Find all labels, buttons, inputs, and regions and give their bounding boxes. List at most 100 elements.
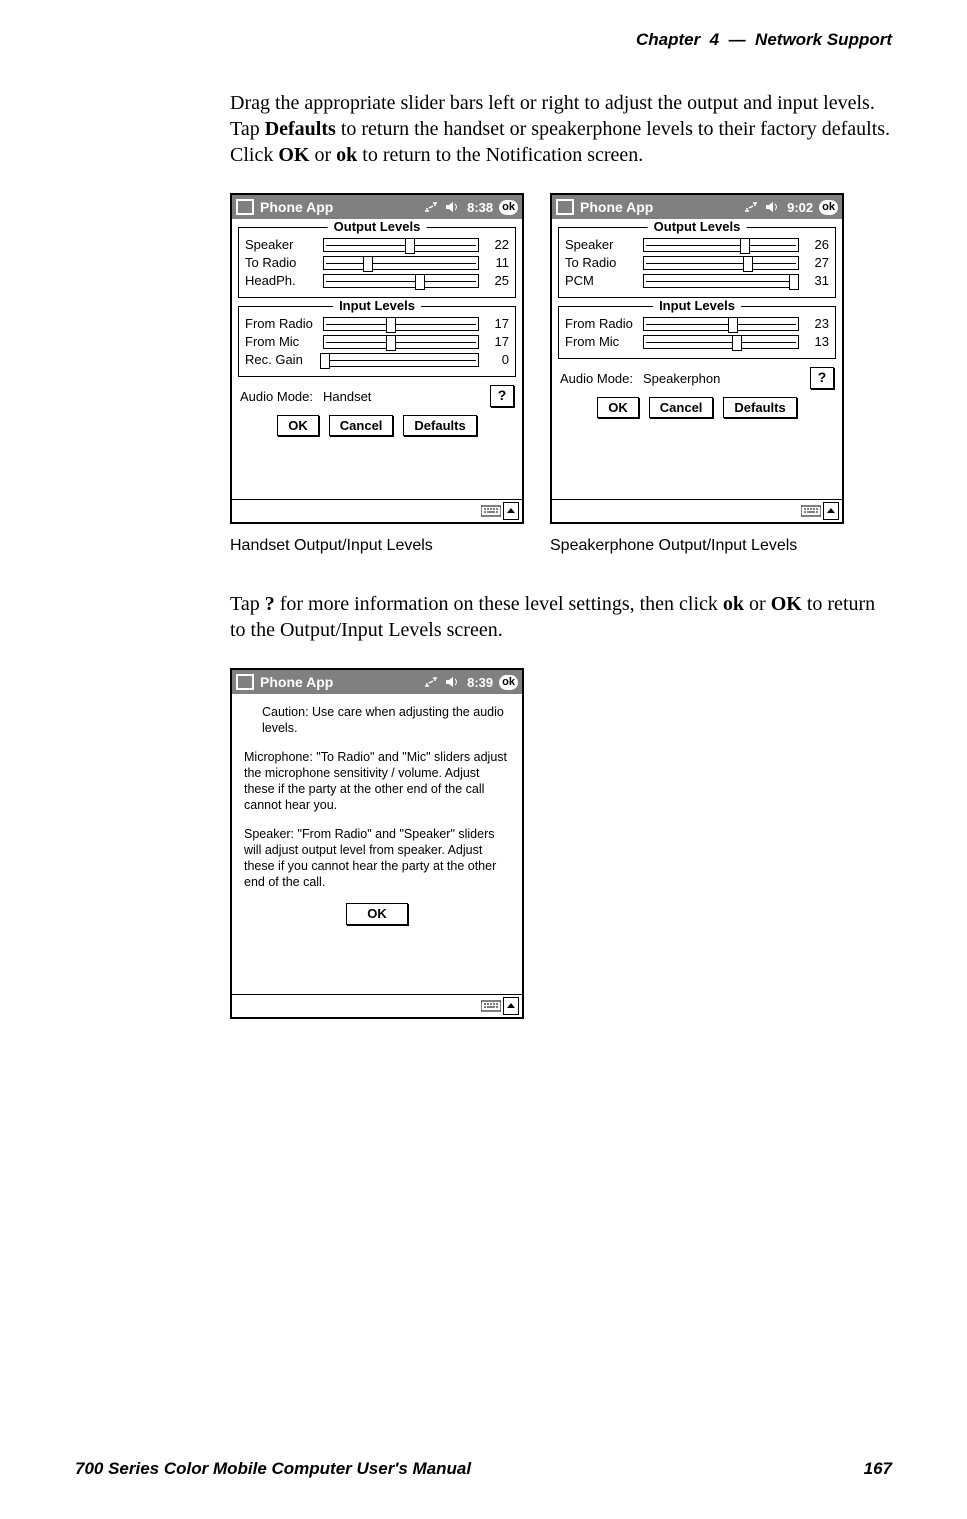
manual-title: 700 Series Color Mobile Computer User's … <box>75 1459 471 1479</box>
level-row: From Radio23 <box>565 316 829 331</box>
connectivity-icon[interactable] <box>423 200 439 214</box>
start-flag-icon[interactable] <box>556 199 574 215</box>
level-label: Speaker <box>245 237 317 252</box>
level-slider[interactable] <box>323 238 479 252</box>
app-title: Phone App <box>260 674 333 690</box>
titlebar: Phone App 9:02 ok <box>552 195 842 219</box>
clock: 8:38 <box>467 200 493 215</box>
connectivity-icon[interactable] <box>743 200 759 214</box>
caption-speakerphone: Speakerphone Output/Input Levels <box>550 536 840 556</box>
help-button[interactable]: ? <box>810 367 834 389</box>
defaults-button[interactable]: Defaults <box>403 415 476 436</box>
level-row: Speaker 26 <box>565 237 829 252</box>
speaker-icon[interactable] <box>445 675 461 689</box>
defaults-button[interactable]: Defaults <box>723 397 796 418</box>
ok-button[interactable]: OK <box>277 415 319 436</box>
audio-mode-label: Audio Mode: <box>560 371 633 386</box>
speaker-icon[interactable] <box>445 200 461 214</box>
level-value: 25 <box>485 273 509 288</box>
header-sep: — <box>729 30 746 49</box>
level-slider[interactable] <box>643 317 799 331</box>
level-label: To Radio <box>565 255 637 270</box>
connectivity-icon[interactable] <box>423 675 439 689</box>
page-footer: 700 Series Color Mobile Computer User's … <box>75 1459 892 1479</box>
start-flag-icon[interactable] <box>236 199 254 215</box>
level-row: From Mic13 <box>565 334 829 349</box>
level-row: Speaker 22 <box>245 237 509 252</box>
level-slider[interactable] <box>643 335 799 349</box>
ok-bubble[interactable]: ok <box>499 675 518 690</box>
level-value: 23 <box>805 316 829 331</box>
level-value: 31 <box>805 273 829 288</box>
level-row: Rec. Gain 0 <box>245 352 509 367</box>
chapter-number: 4 <box>710 30 719 49</box>
ok-bubble[interactable]: ok <box>499 200 518 215</box>
level-value: 0 <box>485 352 509 367</box>
output-levels-group: Output Levels Speaker26To Radio27PCM31 <box>558 227 836 298</box>
level-label: From Radio <box>245 316 317 331</box>
level-label: PCM <box>565 273 637 288</box>
level-label: Speaker <box>565 237 637 252</box>
help-mic: Microphone: "To Radio" and "Mic" sliders… <box>244 749 510 814</box>
page-header: Chapter 4 — Network Support <box>75 30 892 50</box>
level-value: 17 <box>485 316 509 331</box>
help-ok-button[interactable]: OK <box>346 903 408 926</box>
output-legend: Output Levels <box>648 219 747 234</box>
sip-arrow-icon[interactable] <box>503 502 519 520</box>
paragraph-2: Tap ? for more information on these leve… <box>230 591 892 643</box>
level-value: 17 <box>485 334 509 349</box>
level-label: From Mic <box>245 334 317 349</box>
clock: 9:02 <box>787 200 813 215</box>
level-slider[interactable] <box>323 353 479 367</box>
level-slider[interactable] <box>323 256 479 270</box>
audio-mode-value: Speakerphon <box>643 371 720 386</box>
paragraph-1: Drag the appropriate slider bars left or… <box>230 90 892 168</box>
level-label: To Radio <box>245 255 317 270</box>
help-speaker: Speaker: "From Radio" and "Speaker" slid… <box>244 826 510 891</box>
help-caution: Caution: Use care when adjusting the aud… <box>244 704 510 737</box>
level-label: HeadPh. <box>245 273 317 288</box>
keyboard-icon[interactable] <box>481 504 501 518</box>
sip-arrow-icon[interactable] <box>503 997 519 1015</box>
input-legend: Input Levels <box>653 298 741 313</box>
level-label: From Mic <box>565 334 637 349</box>
level-row: To Radio 11 <box>245 255 509 270</box>
level-value: 11 <box>485 255 509 270</box>
level-slider[interactable] <box>323 335 479 349</box>
sip-arrow-icon[interactable] <box>823 502 839 520</box>
ok-button[interactable]: OK <box>597 397 639 418</box>
level-slider[interactable] <box>323 317 479 331</box>
input-levels-group: Input Levels From Radio17From Mic17Rec. … <box>238 306 516 377</box>
screenshot-handset: Phone App 8:38 ok Output Levels Speaker 2… <box>230 193 520 556</box>
screenshot-speakerphone: Phone App 9:02 ok Output Levels Speaker 2… <box>550 193 840 556</box>
chapter-title: Network Support <box>755 30 892 49</box>
keyboard-icon[interactable] <box>481 999 501 1013</box>
level-value: 22 <box>485 237 509 252</box>
level-value: 26 <box>805 237 829 252</box>
level-slider[interactable] <box>643 274 799 288</box>
level-row: From Mic 17 <box>245 334 509 349</box>
audio-mode-value: Handset <box>323 389 371 404</box>
level-value: 27 <box>805 255 829 270</box>
ok-bubble[interactable]: ok <box>819 200 838 215</box>
keyboard-icon[interactable] <box>801 504 821 518</box>
level-slider[interactable] <box>643 256 799 270</box>
cancel-button[interactable]: Cancel <box>649 397 714 418</box>
help-button[interactable]: ? <box>490 385 514 407</box>
page-number: 167 <box>864 1459 892 1479</box>
start-flag-icon[interactable] <box>236 674 254 690</box>
titlebar: Phone App 8:38 ok <box>232 195 522 219</box>
output-legend: Output Levels <box>328 219 427 234</box>
level-slider[interactable] <box>643 238 799 252</box>
titlebar: Phone App 8:39 ok <box>232 670 522 694</box>
cancel-button[interactable]: Cancel <box>329 415 394 436</box>
app-title: Phone App <box>580 199 653 215</box>
clock: 8:39 <box>467 675 493 690</box>
chapter-label: Chapter <box>636 30 700 49</box>
speaker-icon[interactable] <box>765 200 781 214</box>
output-levels-group: Output Levels Speaker22To Radio11HeadPh.… <box>238 227 516 298</box>
level-label: Rec. Gain <box>245 352 317 367</box>
level-row: PCM 31 <box>565 273 829 288</box>
level-row: From Radio 17 <box>245 316 509 331</box>
level-slider[interactable] <box>323 274 479 288</box>
